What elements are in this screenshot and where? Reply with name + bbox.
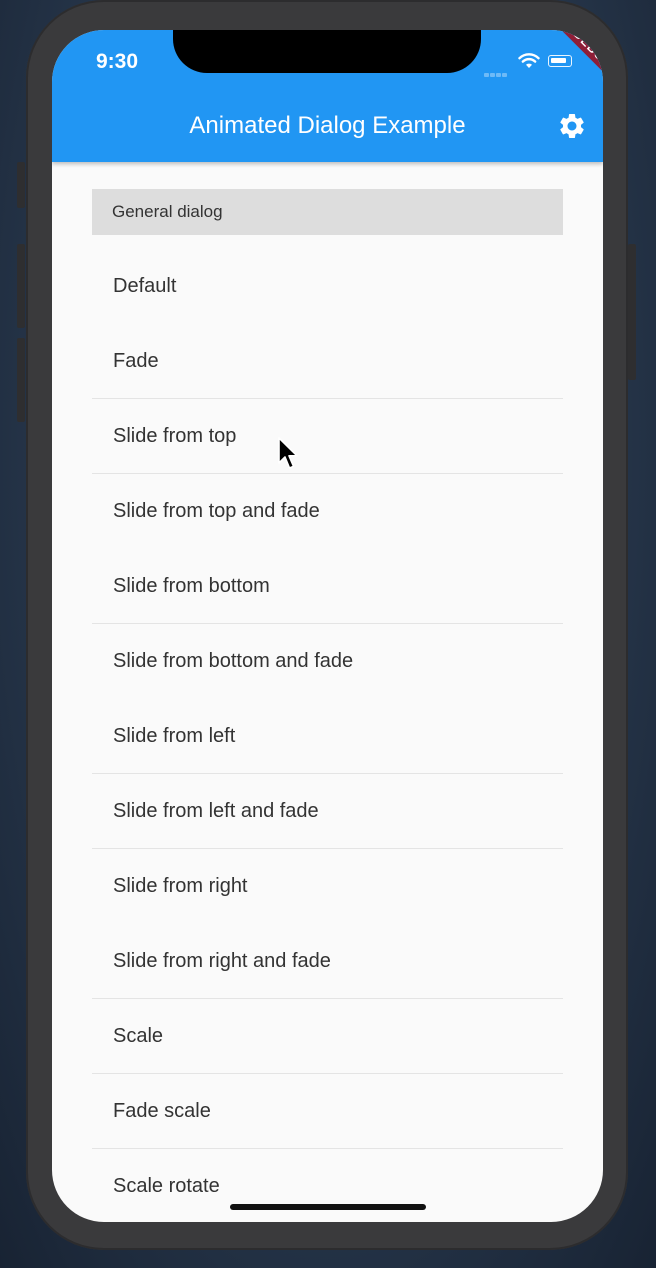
- list-item-slide-from-top-and-fade[interactable]: Slide from top and fade: [92, 474, 563, 549]
- list-item-fade[interactable]: Fade: [92, 324, 563, 399]
- list-item-slide-from-left[interactable]: Slide from left: [92, 699, 563, 774]
- wifi-icon: [518, 53, 540, 68]
- list-item-slide-from-bottom-and-fade[interactable]: Slide from bottom and fade: [92, 624, 563, 699]
- app-title: Animated Dialog Example: [189, 112, 466, 139]
- home-indicator[interactable]: [230, 1204, 426, 1210]
- mouse-cursor-icon: [278, 437, 298, 469]
- app-bar: 9:30 DEBUG Animated Dialog Example: [52, 30, 603, 162]
- notch: [173, 30, 481, 73]
- list-item-scale[interactable]: Scale: [92, 999, 563, 1074]
- list-item-slide-from-bottom[interactable]: Slide from bottom: [92, 549, 563, 624]
- battery-icon: [548, 55, 572, 67]
- list-item-slide-from-right-and-fade[interactable]: Slide from right and fade: [92, 924, 563, 999]
- list-item-slide-from-left-and-fade[interactable]: Slide from left and fade: [92, 774, 563, 849]
- list-item-default[interactable]: Default: [92, 249, 563, 324]
- volume-down-button: [17, 338, 25, 422]
- status-icons: [484, 52, 584, 77]
- settings-button[interactable]: [552, 108, 592, 144]
- signal-icon: [484, 64, 510, 77]
- gear-icon: [560, 114, 584, 138]
- options-list: Default Fade Slide from top Slide from t…: [92, 249, 563, 1222]
- app-screen: 9:30 DEBUG Animated Dialog Example Gener…: [52, 30, 603, 1222]
- list-item-scale-rotate[interactable]: Scale rotate: [92, 1149, 563, 1222]
- list-item-slide-from-top[interactable]: Slide from top: [92, 399, 563, 474]
- dialog-list: General dialog Default Fade Slide from t…: [92, 189, 563, 1222]
- section-header: General dialog: [92, 189, 563, 235]
- mute-switch: [17, 162, 25, 208]
- list-item-slide-from-right[interactable]: Slide from right: [92, 849, 563, 924]
- power-button: [628, 244, 636, 380]
- list-item-fade-scale[interactable]: Fade scale: [92, 1074, 563, 1149]
- status-time: 9:30: [96, 50, 139, 73]
- volume-up-button: [17, 244, 25, 328]
